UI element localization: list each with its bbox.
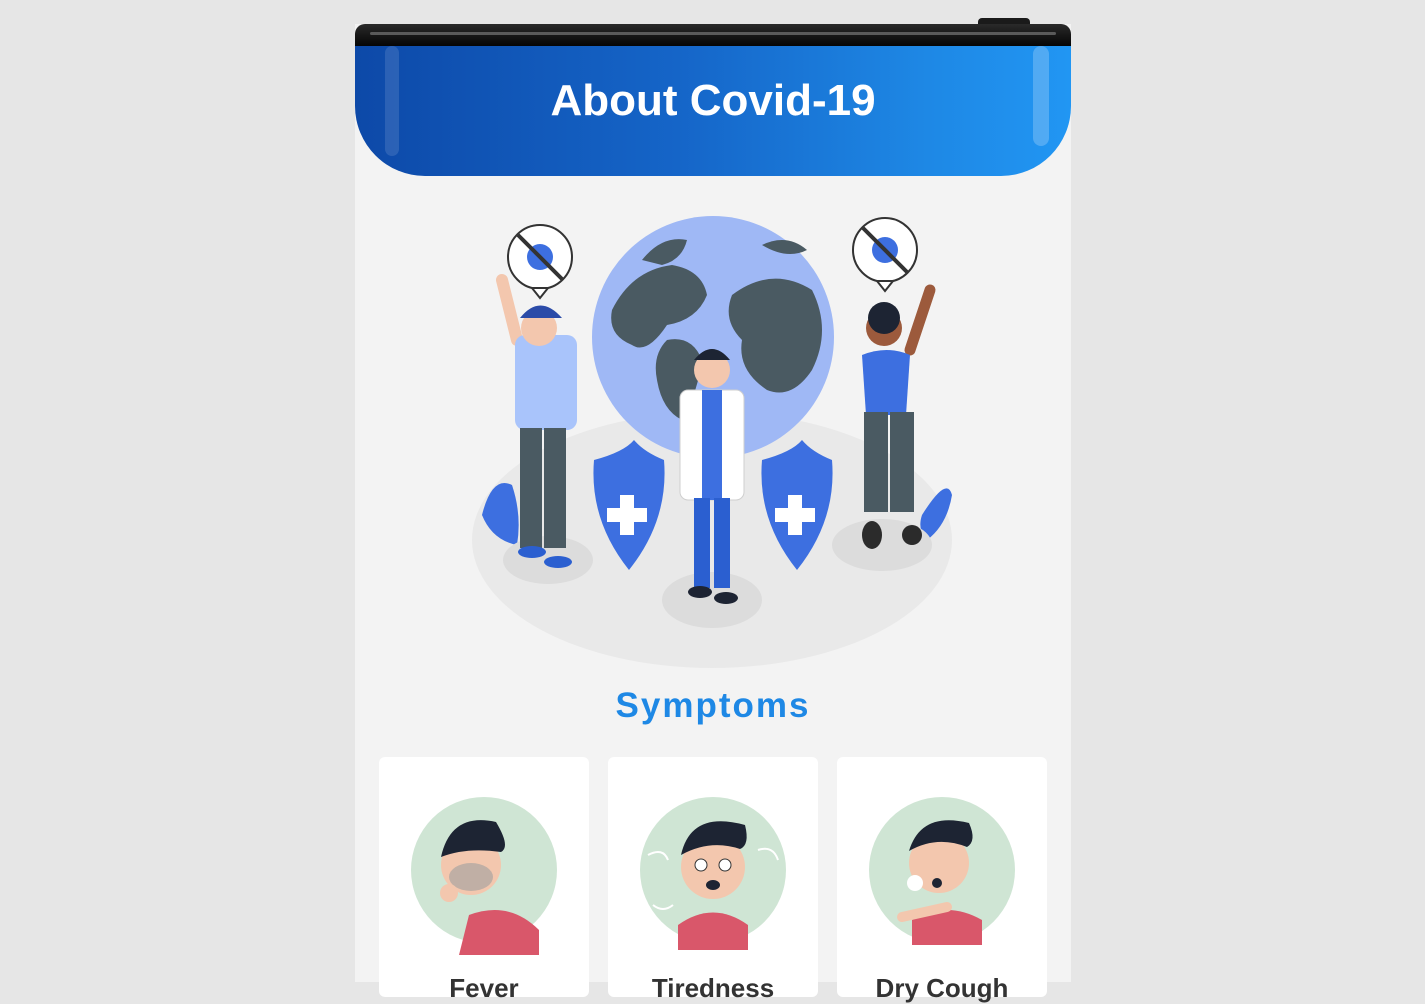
phone-bezel-highlight xyxy=(370,32,1056,35)
page-title: About Covid-19 xyxy=(550,76,876,125)
phone-top-bezel xyxy=(355,24,1071,46)
hero-illustration xyxy=(472,216,952,668)
app-header: About Covid-19 xyxy=(355,46,1071,176)
symptom-card-fever[interactable]: Fever xyxy=(379,757,589,1003)
no-virus-sign-icon xyxy=(507,224,573,300)
symptom-label: Tiredness xyxy=(651,973,775,1003)
fever-person-illustration xyxy=(411,797,557,955)
no-virus-sign-icon xyxy=(852,217,918,293)
symptom-label: Fever xyxy=(449,973,519,1003)
symptoms-title: Symptoms xyxy=(615,686,811,725)
symptom-card-dry-cough[interactable]: Dry Cough xyxy=(837,757,1047,1003)
symptom-label: Dry Cough xyxy=(875,973,1009,1003)
coughing-person-illustration xyxy=(869,797,1015,945)
tired-person-illustration xyxy=(640,797,786,950)
symptom-card-tiredness[interactable]: Tiredness xyxy=(608,757,818,1003)
